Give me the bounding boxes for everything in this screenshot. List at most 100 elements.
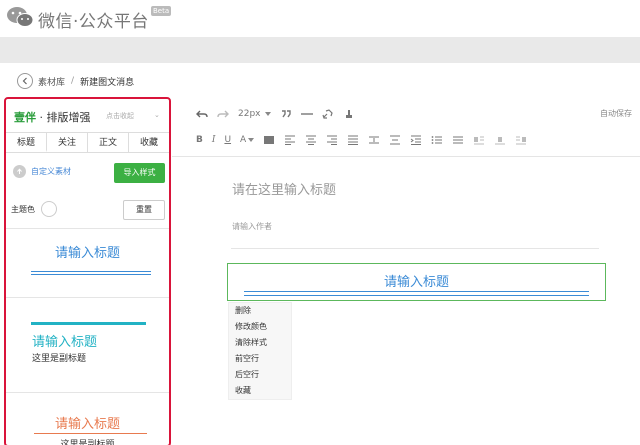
theme-color-label: 主题色 bbox=[11, 204, 35, 214]
sample-top-bar bbox=[31, 322, 146, 325]
align-justify-icon bbox=[348, 135, 359, 145]
gray-band bbox=[0, 37, 640, 63]
import-style-button[interactable]: 导入样式 bbox=[114, 163, 165, 183]
horizontal-rule-button[interactable] bbox=[300, 109, 313, 119]
theme-color-row: 主题色 bbox=[11, 201, 57, 217]
ordered-list-button[interactable] bbox=[431, 135, 443, 145]
float-right-button[interactable] bbox=[515, 135, 527, 145]
custom-material-link[interactable]: 自定义素材 bbox=[13, 165, 71, 178]
align-left-button[interactable] bbox=[284, 135, 296, 145]
chevron-left-icon bbox=[22, 77, 27, 85]
align-right-button[interactable] bbox=[326, 135, 338, 145]
font-color-button[interactable]: A bbox=[240, 135, 255, 145]
chevron-down-icon bbox=[248, 138, 255, 142]
tab-body[interactable]: 正文 bbox=[88, 133, 129, 152]
indent-icon bbox=[410, 135, 422, 145]
collapse-button[interactable]: 点击收起 bbox=[106, 111, 134, 121]
bold-button[interactable]: B bbox=[196, 135, 203, 145]
menu-item-blank-line-before[interactable]: 前空行 bbox=[229, 351, 291, 367]
unordered-list-button[interactable] bbox=[452, 135, 464, 145]
menu-item-blank-line-after[interactable]: 后空行 bbox=[229, 367, 291, 383]
sample-underline bbox=[31, 271, 151, 272]
undo-icon bbox=[196, 110, 208, 118]
plugin-header: 壹伴 · 排版增强 点击收起 ⌄ bbox=[14, 109, 160, 125]
menu-item-change-color[interactable]: 修改颜色 bbox=[229, 319, 291, 335]
image-float-right-icon bbox=[516, 136, 527, 145]
block-context-menu: 删除 修改颜色 清除样式 前空行 后空行 收藏 bbox=[228, 302, 292, 400]
platform-title[interactable]: 微信·公众平台 bbox=[38, 7, 149, 32]
align-center-icon bbox=[306, 135, 317, 145]
sample-underline bbox=[34, 433, 147, 434]
link-icon bbox=[321, 109, 333, 119]
wechat-logo-icon bbox=[7, 7, 34, 27]
author-divider bbox=[231, 248, 599, 249]
breadcrumb-current: 新建图文消息 bbox=[80, 77, 135, 88]
justify-button[interactable] bbox=[347, 135, 359, 145]
plugin-brand: 壹伴 bbox=[14, 111, 36, 124]
paragraph-spacing-icon bbox=[390, 135, 401, 145]
menu-item-delete[interactable]: 删除 bbox=[229, 303, 291, 319]
breadcrumb-separator: / bbox=[71, 76, 75, 86]
float-left-button[interactable] bbox=[473, 135, 485, 145]
quote-icon bbox=[281, 110, 291, 118]
highlight-icon bbox=[264, 136, 275, 144]
bulleted-list-icon bbox=[453, 136, 464, 144]
image-center-icon bbox=[495, 137, 506, 145]
float-none-button[interactable] bbox=[494, 135, 506, 145]
sample-subtitle: 这里是副标题 bbox=[60, 440, 115, 445]
underline-button[interactable]: U bbox=[224, 135, 231, 145]
font-size-select[interactable]: 22px bbox=[238, 109, 271, 119]
toolbar-divider bbox=[172, 156, 640, 157]
plugin-tabs: 标题 关注 正文 收藏 bbox=[6, 132, 169, 153]
horizontal-line-icon bbox=[300, 113, 313, 115]
blockquote-button[interactable] bbox=[280, 109, 292, 119]
link-button[interactable] bbox=[321, 109, 334, 119]
tab-follow[interactable]: 关注 bbox=[47, 133, 88, 152]
breadcrumb-material-library[interactable]: 素材库 bbox=[38, 75, 65, 88]
font-size-value: 22px bbox=[238, 109, 261, 119]
paint-format-button[interactable] bbox=[343, 109, 355, 119]
menu-item-favorite[interactable]: 收藏 bbox=[229, 383, 291, 399]
top-header: 微信·公众平台 Beta bbox=[0, 0, 640, 37]
upload-icon bbox=[13, 165, 26, 178]
back-button[interactable] bbox=[17, 73, 33, 89]
theme-color-picker[interactable] bbox=[41, 201, 57, 217]
chevron-down-icon bbox=[264, 112, 271, 116]
selected-title-block[interactable]: 请输入标题 bbox=[227, 263, 606, 301]
sample-title: 请输入标题 bbox=[54, 246, 120, 261]
format-brush-icon bbox=[345, 110, 352, 118]
custom-material-label: 自定义素材 bbox=[31, 167, 71, 176]
image-float-left-icon bbox=[474, 136, 485, 145]
plugin-name: · 排版增强 bbox=[39, 111, 91, 124]
line-height-icon bbox=[369, 136, 380, 144]
paragraph-spacing-button[interactable] bbox=[389, 135, 401, 145]
menu-item-clear-style[interactable]: 清除样式 bbox=[229, 335, 291, 351]
sample-title: 请输入标题 bbox=[54, 417, 120, 432]
redo-button[interactable] bbox=[217, 109, 229, 119]
undo-button[interactable] bbox=[196, 109, 208, 119]
redo-icon bbox=[217, 110, 229, 118]
chevron-down-icon[interactable]: ⌄ bbox=[154, 111, 160, 119]
divider bbox=[6, 228, 169, 229]
align-center-button[interactable] bbox=[305, 135, 317, 145]
autosave-status: 自动保存 bbox=[600, 109, 632, 118]
sample-underline bbox=[31, 274, 151, 275]
align-left-icon bbox=[285, 135, 296, 145]
sample-title: 请输入标题 bbox=[32, 335, 98, 350]
layout-plugin-panel: 壹伴 · 排版增强 点击收起 ⌄ 标题 关注 正文 收藏 自定义素材 导入样式 … bbox=[4, 97, 171, 445]
author-input[interactable]: 请输入作者 bbox=[232, 221, 272, 232]
block-underline bbox=[244, 295, 589, 296]
line-height-button[interactable] bbox=[368, 135, 380, 145]
block-title[interactable]: 请输入标题 bbox=[228, 271, 605, 290]
divider bbox=[6, 392, 169, 393]
italic-button[interactable]: I bbox=[212, 135, 216, 145]
article-title-input[interactable]: 请在这里输入标题 bbox=[232, 179, 336, 198]
background-color-button[interactable] bbox=[263, 135, 275, 145]
tab-favorites[interactable]: 收藏 bbox=[129, 133, 169, 152]
font-color-label: A bbox=[240, 135, 247, 145]
tab-title[interactable]: 标题 bbox=[6, 133, 47, 152]
reset-button[interactable]: 重置 bbox=[123, 200, 165, 220]
breadcrumb: 素材库 / 新建图文消息 bbox=[17, 70, 134, 92]
block-underline bbox=[244, 291, 589, 292]
indent-button[interactable] bbox=[410, 135, 422, 145]
